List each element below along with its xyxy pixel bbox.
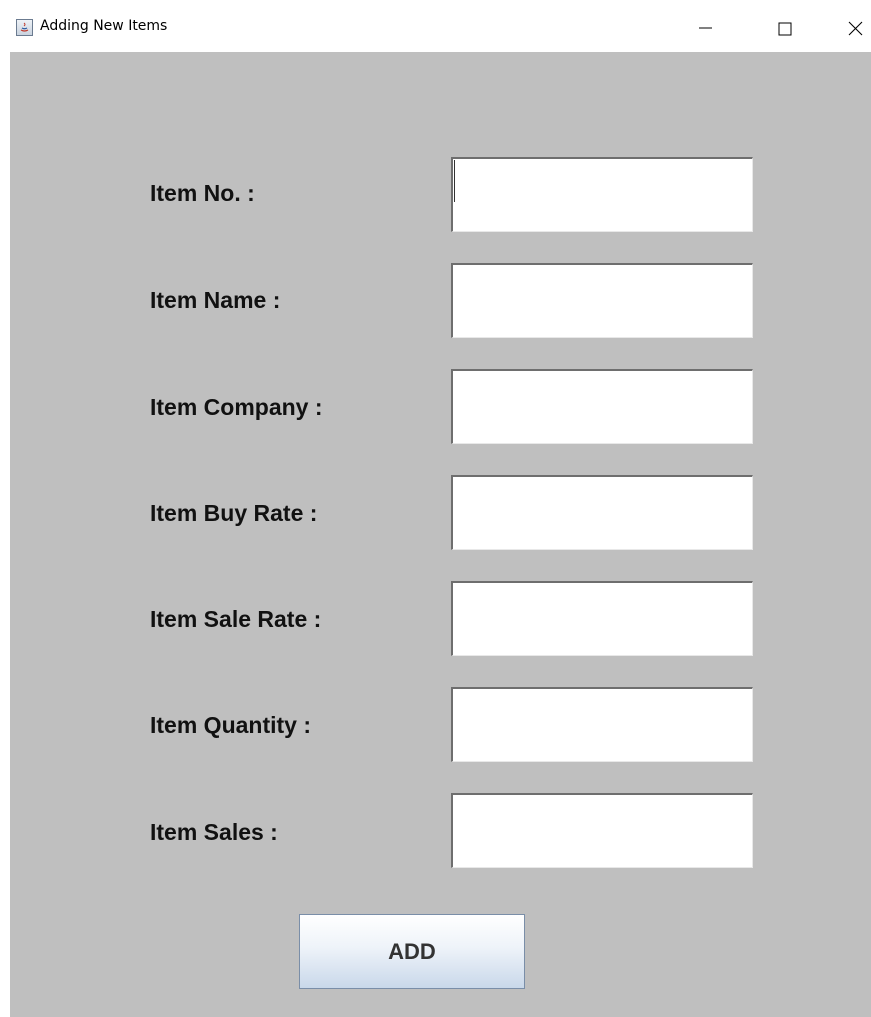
item-buy-rate-input[interactable] — [451, 475, 753, 550]
add-button[interactable]: ADD — [299, 914, 525, 989]
item-quantity-input[interactable] — [451, 687, 753, 762]
item-sale-rate-label: Item Sale Rate : — [150, 606, 322, 632]
item-quantity-label: Item Quantity : — [150, 712, 312, 738]
app-window: Adding New Items Item No. : Item Name : … — [0, 0, 871, 1017]
item-no-input[interactable] — [451, 157, 753, 232]
maximize-button[interactable] — [766, 10, 806, 46]
minimize-icon — [699, 27, 712, 29]
close-button[interactable] — [835, 10, 871, 46]
item-sales-input[interactable] — [451, 793, 753, 868]
text-caret — [454, 160, 455, 202]
title-bar[interactable]: Adding New Items — [0, 0, 871, 52]
minimize-button[interactable] — [694, 10, 734, 46]
maximize-icon — [778, 22, 792, 36]
item-name-label: Item Name : — [150, 287, 281, 313]
item-sale-rate-input[interactable] — [451, 581, 753, 656]
item-sales-label: Item Sales : — [150, 819, 278, 845]
item-name-input[interactable] — [451, 263, 753, 338]
item-company-label: Item Company : — [150, 394, 323, 420]
form-panel: Item No. : Item Name : Item Company : It… — [10, 52, 871, 1017]
java-app-icon[interactable] — [16, 19, 33, 36]
window-title: Adding New Items — [40, 18, 168, 34]
item-company-input[interactable] — [451, 369, 753, 444]
item-no-label: Item No. : — [150, 180, 255, 206]
close-icon — [848, 21, 863, 36]
item-buy-rate-label: Item Buy Rate : — [150, 500, 318, 526]
